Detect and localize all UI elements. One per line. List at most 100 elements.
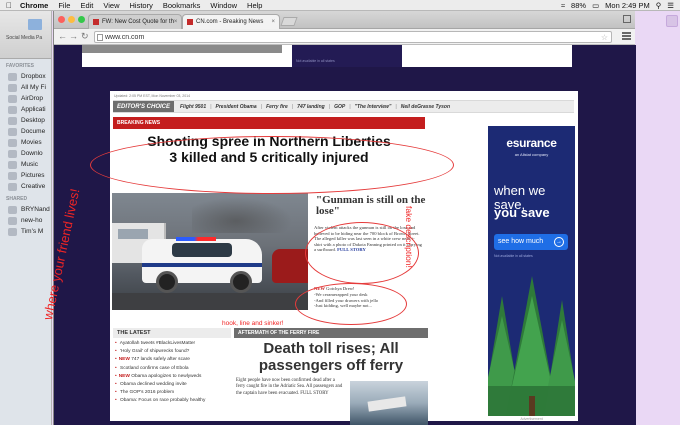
reload-icon[interactable]: ↻ [81, 31, 89, 42]
list-item[interactable]: The GOP's 2016 problem [115, 389, 233, 397]
sidebar-item-music[interactable]: Music [0, 159, 51, 170]
sidebar-item-shared-2[interactable]: new-ho [0, 215, 51, 226]
new-tab-button[interactable] [280, 17, 298, 26]
ad-sub: an Allstat company [514, 152, 549, 157]
battery-level[interactable]: 88% [571, 1, 586, 10]
tab-title: FW: New Cost Quote for th [102, 19, 174, 25]
ec-link-gop[interactable]: GOP [334, 104, 345, 110]
separator: | [210, 103, 212, 110]
sidebar-item-pictures[interactable]: Pictures [0, 170, 51, 181]
notification-icon[interactable]: ☰ [667, 1, 674, 10]
airdrop-icon [8, 94, 17, 103]
editors-choice-bar: EDITOR'S CHOICE Flight 9501 | President O… [113, 100, 574, 113]
sidebar-item-creative[interactable]: Creative [0, 181, 51, 192]
search-icon[interactable]: ⚲ [656, 1, 662, 10]
computer-icon [8, 205, 17, 214]
list-item[interactable]: Scotland confirms case of Ebola [115, 365, 233, 373]
url-text: www.cn.com [105, 34, 145, 41]
menu-help[interactable]: Help [247, 1, 262, 10]
list-item[interactable]: Obama declined wedding invite [115, 381, 233, 389]
sidebar-item-all-my-files[interactable]: All My Fi [0, 82, 51, 93]
folder-icon [8, 182, 17, 191]
zoom-window-button[interactable] [78, 16, 85, 23]
top-strip: Not available in all states [82, 45, 572, 67]
sidebar-item-airdrop[interactable]: AirDrop [0, 93, 51, 104]
menu-file[interactable]: File [58, 1, 70, 10]
tab-email[interactable]: FW: New Cost Quote for th × [88, 14, 182, 29]
menu-history[interactable]: History [130, 1, 153, 10]
sidebar-item-shared-1[interactable]: BRYNand [0, 204, 51, 215]
sidebar-item-applications[interactable]: Applicati [0, 104, 51, 115]
fullscreen-icon[interactable] [623, 15, 631, 23]
top-ad[interactable] [292, 45, 402, 67]
arrow-right-icon: → [554, 237, 564, 247]
ec-link-flight[interactable]: Flight 9501 [180, 104, 206, 110]
menu-view[interactable]: View [103, 1, 119, 10]
close-tab-icon[interactable]: × [271, 19, 275, 25]
ec-link-obama[interactable]: President Obama [216, 104, 257, 110]
car-stripe [142, 263, 262, 267]
menu-edit[interactable]: Edit [80, 1, 93, 10]
ec-link-interview[interactable]: "The Interview" [355, 104, 392, 110]
top-ad-note: Not available in all states [296, 59, 335, 63]
sidebar-item-desktop[interactable]: Desktop [0, 115, 51, 126]
close-window-button[interactable] [58, 16, 65, 23]
wifi-icon[interactable]: ≈ [561, 1, 565, 10]
sidebar-item-shared-3[interactable]: Tim's M [0, 226, 51, 237]
separator: | [291, 103, 294, 110]
bookmark-star-icon[interactable]: ☆ [601, 32, 608, 43]
clock[interactable]: Mon 2:49 PM [605, 1, 650, 10]
police-car-photo[interactable] [112, 193, 308, 310]
apple-icon[interactable]:  [6, 1, 12, 10]
applications-icon [8, 105, 17, 114]
ferry-headline[interactable]: Death toll rises; All passengers off fer… [234, 340, 428, 374]
ec-link-ferry[interactable]: Ferry fire [266, 104, 288, 110]
ferry-photo[interactable] [350, 381, 428, 425]
chrome-menu-icon[interactable] [622, 32, 631, 40]
separator: | [328, 103, 331, 110]
list-item[interactable]: 'Holy Grail' of shipwrecks found? [115, 348, 233, 356]
address-bar[interactable]: www.cn.com ☆ [94, 31, 612, 43]
menu-app-name[interactable]: Chrome [20, 1, 48, 10]
forward-icon[interactable]: → [69, 31, 78, 41]
desktop-area [640, 11, 680, 425]
car-wheel [230, 271, 252, 293]
folder-icon [28, 19, 42, 30]
browser-toolbar: ← → ↻ www.cn.com ☆ [54, 29, 635, 45]
annotation-hook: hook, line and sinker! [222, 320, 284, 327]
pictures-icon [8, 171, 17, 180]
sidebar-item-movies[interactable]: Movies [0, 137, 51, 148]
finder-toolbar: Social Media Pa [0, 11, 51, 59]
cn-favicon-icon [187, 19, 193, 25]
back-icon[interactable]: ← [58, 31, 67, 41]
close-tab-icon[interactable]: × [174, 19, 178, 25]
dropbox-icon [8, 72, 17, 81]
all-files-icon [8, 83, 17, 92]
window-controls [58, 16, 85, 23]
sidebar-item-downloads[interactable]: Downlo [0, 148, 51, 159]
esurance-ad[interactable]: esurance an Allstat company when we save… [488, 126, 575, 416]
new-item-circle [295, 283, 407, 325]
ferry-full-story-link[interactable]: FULL STORY [300, 391, 328, 396]
photo-red-car [272, 249, 308, 283]
menu-window[interactable]: Window [210, 1, 237, 10]
gmail-icon [93, 19, 99, 25]
favorites-header: FAVORITES [6, 63, 34, 69]
sidebar-item-documents[interactable]: Docume [0, 126, 51, 137]
car-window [172, 243, 232, 257]
list-item[interactable]: NEW Obama apologizes to newlyweds [115, 373, 233, 381]
headline-circle [90, 136, 454, 194]
battery-icon[interactable]: ▭ [592, 1, 599, 10]
notification-tip[interactable] [666, 15, 678, 27]
separator: | [260, 103, 263, 110]
ad-see-how-much-button[interactable]: see how much → [494, 234, 568, 250]
tab-cn[interactable]: CN.com - Breaking News × [182, 14, 280, 29]
list-item[interactable]: Obama: Focus on race probably healthy [115, 397, 233, 405]
ec-link-747[interactable]: 747 landing [297, 104, 325, 110]
list-item[interactable]: Ayatollah tweets #BlackLivesMatter [115, 340, 233, 348]
menu-bookmarks[interactable]: Bookmarks [163, 1, 201, 10]
list-item[interactable]: NEW 747 lands safely after scare [115, 356, 233, 364]
ec-link-tyson[interactable]: Neil deGrasse Tyson [401, 104, 450, 110]
minimize-window-button[interactable] [68, 16, 75, 23]
sidebar-item-dropbox[interactable]: Dropbox [0, 71, 51, 82]
